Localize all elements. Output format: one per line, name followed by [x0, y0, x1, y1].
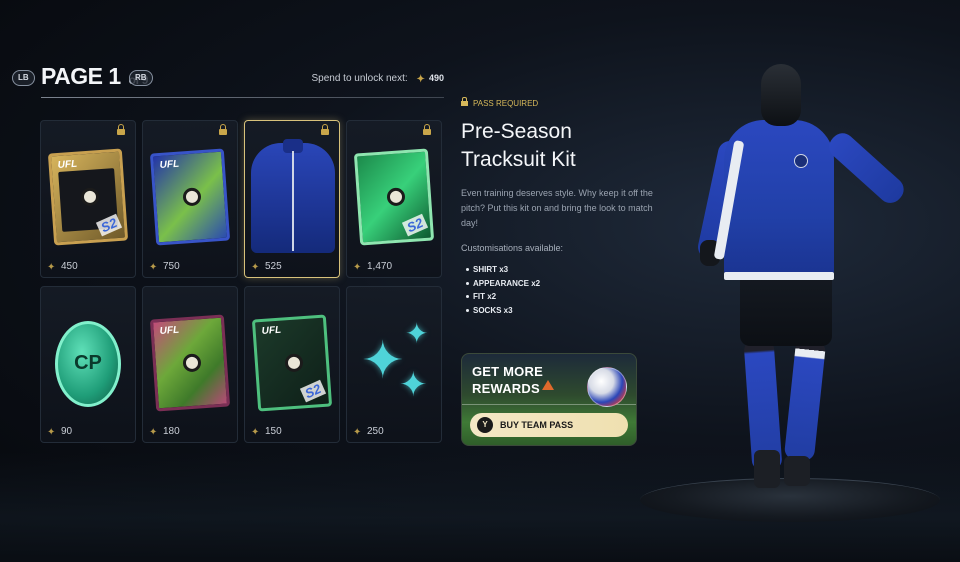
model-boot-left: [754, 450, 780, 488]
lb-button[interactable]: LB: [12, 70, 35, 86]
coin-label: CP: [74, 352, 102, 374]
star-icon: ✦: [416, 74, 425, 85]
y-button-icon: Y: [477, 417, 493, 433]
ball-icon: [182, 353, 202, 373]
header-divider: [41, 97, 444, 98]
lock-icon: [321, 124, 329, 135]
training-cone: [542, 380, 554, 390]
model-torso: [713, 120, 834, 280]
star-icon: ✦: [47, 262, 56, 273]
page-word: PAGE: [41, 63, 103, 89]
reward-card-2[interactable]: UFL ✦ 750: [142, 120, 238, 278]
ufl-logo: UFL: [159, 158, 180, 172]
star-icon: ✦: [149, 427, 158, 438]
reward-price: ✦ 90: [47, 426, 72, 438]
page-header: LB PAGE 1 of 9 RB Spend to unlock next: …: [12, 62, 444, 98]
player-model: [690, 58, 940, 528]
buy-team-pass-button[interactable]: Y BUY TEAM PASS: [470, 413, 628, 437]
jacket-zip: [292, 151, 294, 251]
ufl-pack-gold: UFL S2: [47, 148, 129, 246]
promo-title-line1: GET MORE: [472, 364, 543, 379]
promo-title-line2: REWARDS: [472, 381, 540, 396]
page-number: 1: [108, 63, 121, 89]
unlock-text: Spend to unlock next:: [311, 73, 408, 84]
ufl-logo: UFL: [261, 324, 282, 338]
ball-icon: [182, 187, 202, 207]
reward-price-value: 750: [163, 261, 180, 272]
star-icon: ✦: [353, 262, 362, 273]
item-title: Pre-Season Tracksuit Kit: [461, 120, 576, 171]
reward-card-3[interactable]: ✦ 525: [244, 120, 340, 278]
reward-price-value: 1,470: [367, 261, 393, 272]
reward-price-value: 150: [265, 426, 282, 437]
reward-price: ✦ 525: [251, 261, 282, 273]
lock-icon: [423, 124, 431, 135]
lock-icon: [219, 124, 227, 135]
reward-card-5[interactable]: CP ✦ 90: [40, 286, 136, 443]
reward-card-6[interactable]: UFL ✦ 180: [142, 286, 238, 443]
pass-required: PASS REQUIRED: [461, 97, 661, 108]
football-image: [587, 367, 627, 407]
promo-title: GET MORE REWARDS: [472, 363, 543, 397]
rb-button[interactable]: RB: [129, 70, 153, 86]
lock-icon: [461, 97, 468, 106]
ufl-pack-dark: UFL S2: [251, 314, 333, 412]
unlock-cost: ✦ 490: [416, 73, 444, 85]
tracksuit-jacket: [251, 139, 335, 253]
star-icon: ✦: [353, 427, 362, 438]
customisation-item: FIT x2: [466, 290, 661, 304]
model-arm-right: [824, 128, 909, 208]
reward-card-8[interactable]: ✦ ✦ ✦ ✦ 250: [346, 286, 442, 443]
star-icon: ✦: [47, 427, 56, 438]
customisations-list: SHIRT x3 APPEARANCE x2 FIT x2 SOCKS x3: [461, 263, 661, 317]
buy-team-pass-label: BUY TEAM PASS: [500, 420, 574, 430]
season-badge: S2: [402, 213, 429, 237]
ball-icon: [386, 187, 406, 207]
ufl-pack-pitch: UFL: [149, 314, 231, 412]
get-more-rewards-banner[interactable]: GET MORE REWARDS Y BUY TEAM PASS: [461, 353, 637, 446]
customisation-item: APPEARANCE x2: [466, 277, 661, 291]
reward-card-4[interactable]: S2 ✦ 1,470: [346, 120, 442, 278]
reward-price: ✦ 180: [149, 426, 180, 438]
item-description: Even training deserves style. Why keep i…: [461, 188, 653, 228]
customisations-title: Customisations available:: [461, 243, 564, 253]
jacket-hem: [724, 272, 834, 280]
season-badge: S2: [300, 379, 327, 403]
reward-price-value: 250: [367, 426, 384, 437]
customisation-item: SOCKS x3: [466, 304, 661, 318]
reward-price: ✦ 150: [251, 426, 282, 438]
star-icon: ✦: [149, 262, 158, 273]
item-details: PASS REQUIRED Pre-Season Tracksuit Kit E…: [461, 97, 661, 317]
reward-price-value: 450: [61, 261, 78, 272]
model-leg-right: [783, 338, 827, 462]
reward-price: ✦ 750: [149, 261, 180, 273]
reward-card-1[interactable]: UFL S2 ✦ 450: [40, 120, 136, 278]
unlock-next: Spend to unlock next: ✦ 490: [311, 73, 444, 85]
reward-card-7[interactable]: UFL S2 ✦ 150: [244, 286, 340, 443]
lock-icon: [117, 124, 125, 135]
sparkle-icon: ✦: [399, 366, 428, 404]
reward-price-value: 525: [265, 261, 282, 272]
cp-coin: CP: [55, 321, 121, 407]
reward-price: ✦ 450: [47, 261, 78, 273]
ball-icon: [284, 353, 304, 373]
ufl-logo: UFL: [57, 158, 78, 172]
star-icon: ✦: [251, 262, 260, 273]
pass-required-label: PASS REQUIRED: [473, 99, 539, 108]
unlock-cost-value: 490: [428, 73, 444, 83]
ufl-pack-green: S2: [353, 148, 435, 246]
reward-price: ✦ 250: [353, 426, 384, 438]
reward-price-value: 90: [61, 426, 73, 437]
model-shorts: [740, 272, 832, 346]
ufl-logo: UFL: [159, 324, 180, 338]
sparkle-icon: ✦: [405, 318, 429, 349]
ufl-pack-blue: UFL: [149, 148, 231, 246]
star-icon: ✦: [251, 427, 260, 438]
customisation-item: SHIRT x3: [466, 263, 661, 277]
club-badge: [794, 154, 808, 168]
model-head: [761, 64, 801, 126]
model-boot-right: [784, 456, 810, 486]
reward-price: ✦ 1,470: [353, 261, 392, 273]
reward-price-value: 180: [163, 426, 180, 437]
